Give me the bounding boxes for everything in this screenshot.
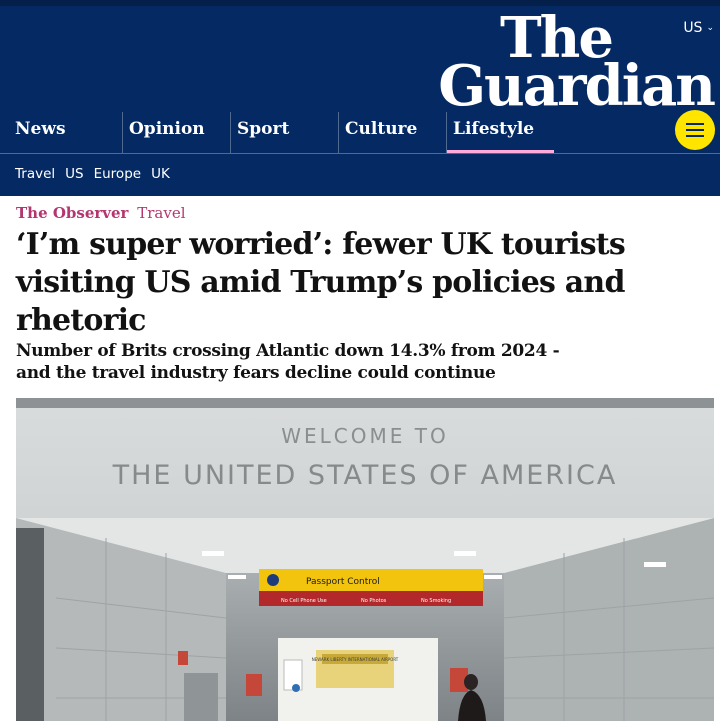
sub-nav: Travel US Europe UK <box>15 166 170 182</box>
airport-photo: WELCOME TO THE UNITED STATES OF AMERICA … <box>16 398 714 721</box>
hamburger-icon-bar <box>686 135 704 137</box>
menu-button[interactable] <box>675 110 715 150</box>
subnav-europe[interactable]: Europe <box>94 166 141 182</box>
section-link[interactable]: Travel <box>137 204 185 222</box>
pillar-culture[interactable]: Culture <box>338 112 446 154</box>
pillar-lifestyle-label: Lifestyle <box>453 119 535 139</box>
series-link[interactable]: The Observer <box>16 204 128 222</box>
article-kicker: The Observer Travel <box>16 204 186 222</box>
article-main-image[interactable]: WELCOME TO THE UNITED STATES OF AMERICA … <box>16 398 714 721</box>
pillar-divider <box>0 153 720 154</box>
hamburger-icon <box>686 123 704 125</box>
pillar-news-label: News <box>15 119 66 139</box>
article-standfirst: Number of Brits crossing Atlantic down 1… <box>16 341 560 383</box>
pillar-opinion-label: Opinion <box>129 119 205 139</box>
poster-text: NEWARK LIBERTY INTERNATIONAL AIRPORT <box>312 657 399 662</box>
subnav-uk[interactable]: UK <box>151 166 170 182</box>
pillar-news[interactable]: News <box>9 112 117 154</box>
article-headline: ‘I’m super worried’: fewer UK tourists v… <box>16 227 626 338</box>
pillar-sport-label: Sport <box>237 119 290 139</box>
panel-title: Passport Control <box>306 577 380 587</box>
logo-line-2: Guardian <box>438 53 716 120</box>
sign-line-2: THE UNITED STATES OF AMERICA <box>112 460 618 491</box>
pillar-lifestyle[interactable]: Lifestyle <box>446 112 554 154</box>
top-strip <box>0 0 720 6</box>
panel-item-3: No Smoking <box>421 598 451 604</box>
pillar-culture-label: Culture <box>345 119 418 139</box>
guardian-logo[interactable]: The Guardian <box>438 10 716 120</box>
masthead: US ⌄ The Guardian News Opinion Sport Cul… <box>0 0 720 196</box>
pillar-opinion[interactable]: Opinion <box>122 112 230 154</box>
panel-item-1: No Cell Phone Use <box>281 598 327 604</box>
pillar-nav: News Opinion Sport Culture Lifestyle <box>0 112 720 154</box>
panel-item-2: No Photos <box>361 598 387 604</box>
sign-line-1: WELCOME TO <box>281 424 448 448</box>
subnav-us[interactable]: US <box>65 166 83 182</box>
hamburger-icon-bar <box>686 129 704 131</box>
subnav-travel[interactable]: Travel <box>15 166 55 182</box>
pillar-sport[interactable]: Sport <box>230 112 338 154</box>
